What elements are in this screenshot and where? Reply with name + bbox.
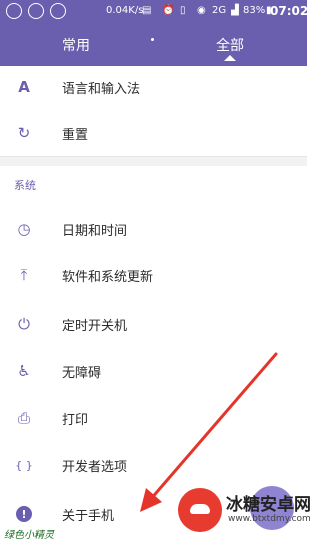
language-icon: A (18, 78, 30, 96)
notification-icon (6, 3, 22, 19)
clock-time: 07:02 (270, 4, 309, 18)
reset-icon: ↻ (17, 124, 31, 142)
tab-bar: 常用 全部 (0, 24, 307, 66)
settings-item-system-update[interactable]: ⤒ 软件和系统更新 (0, 252, 307, 298)
tab-separator-dot (151, 38, 154, 41)
settings-item-label: 软件和系统更新 (62, 270, 154, 285)
signal-icon: ▤ (142, 5, 152, 16)
selected-tab-pointer (224, 55, 236, 61)
handwritten-signature: 绿色小精灵 (4, 530, 54, 541)
settings-item-accessibility[interactable]: ♿ 无障碍 (0, 348, 307, 394)
notification-icon (50, 3, 66, 19)
alarm-icon: ⏰ (162, 5, 175, 16)
info-icon-badge: ! (16, 506, 32, 522)
tab-all[interactable]: 全部 (216, 35, 244, 55)
vibrate-icon: ▯ (180, 5, 186, 16)
clock-icon: ◷ (17, 220, 31, 238)
section-header-system: 系统 (14, 179, 36, 192)
info-icon: ! (14, 504, 34, 524)
network-type: 2G (212, 5, 227, 16)
settings-item-label: 重置 (62, 128, 89, 143)
settings-item-label: 定时开关机 (62, 319, 128, 334)
settings-item-label: 开发者选项 (62, 460, 128, 475)
cell-signal-icon: ▟ (231, 5, 239, 16)
wifi-icon: ◉ (197, 5, 206, 16)
site-watermark: 冰糖安卓网 www.btxtdmy.com (158, 480, 311, 544)
settings-item-label: 无障碍 (62, 366, 102, 381)
settings-item-label: 语言和输入法 (62, 82, 141, 97)
settings-item-date-time[interactable]: ◷ 日期和时间 (0, 206, 307, 252)
settings-item-label: 日期和时间 (62, 224, 128, 239)
network-speed: 0.04K/s (106, 5, 144, 16)
settings-item-label: 关于手机 (62, 509, 115, 524)
update-icon: ⤒ (20, 266, 28, 284)
watermark-title: 冰糖安卓网 (226, 495, 311, 515)
print-icon: ⎙ (17, 409, 30, 427)
section-divider (0, 156, 307, 166)
watermark-url: www.btxtdmy.com (228, 514, 311, 524)
settings-item-reset[interactable]: ↻ 重置 (0, 110, 307, 156)
settings-item-label: 打印 (62, 413, 89, 428)
power-icon: ⏻ (18, 315, 30, 333)
watermark-logo-icon (178, 488, 222, 532)
battery-percent: 83% (243, 5, 266, 16)
settings-item-scheduled-power[interactable]: ⏻ 定时开关机 (0, 301, 307, 347)
settings-item-language[interactable]: A 语言和输入法 (0, 64, 307, 110)
developer-icon: { } (15, 458, 33, 472)
accessibility-icon: ♿ (17, 362, 31, 380)
settings-item-print[interactable]: ⎙ 打印 (0, 395, 307, 441)
tab-common[interactable]: 常用 (62, 35, 90, 55)
status-bar: 0.04K/s ▤ ⏰ ▯ ◉ 2G ▟ 83% ▮ 07:02 (0, 0, 309, 24)
notification-icon (28, 3, 44, 19)
